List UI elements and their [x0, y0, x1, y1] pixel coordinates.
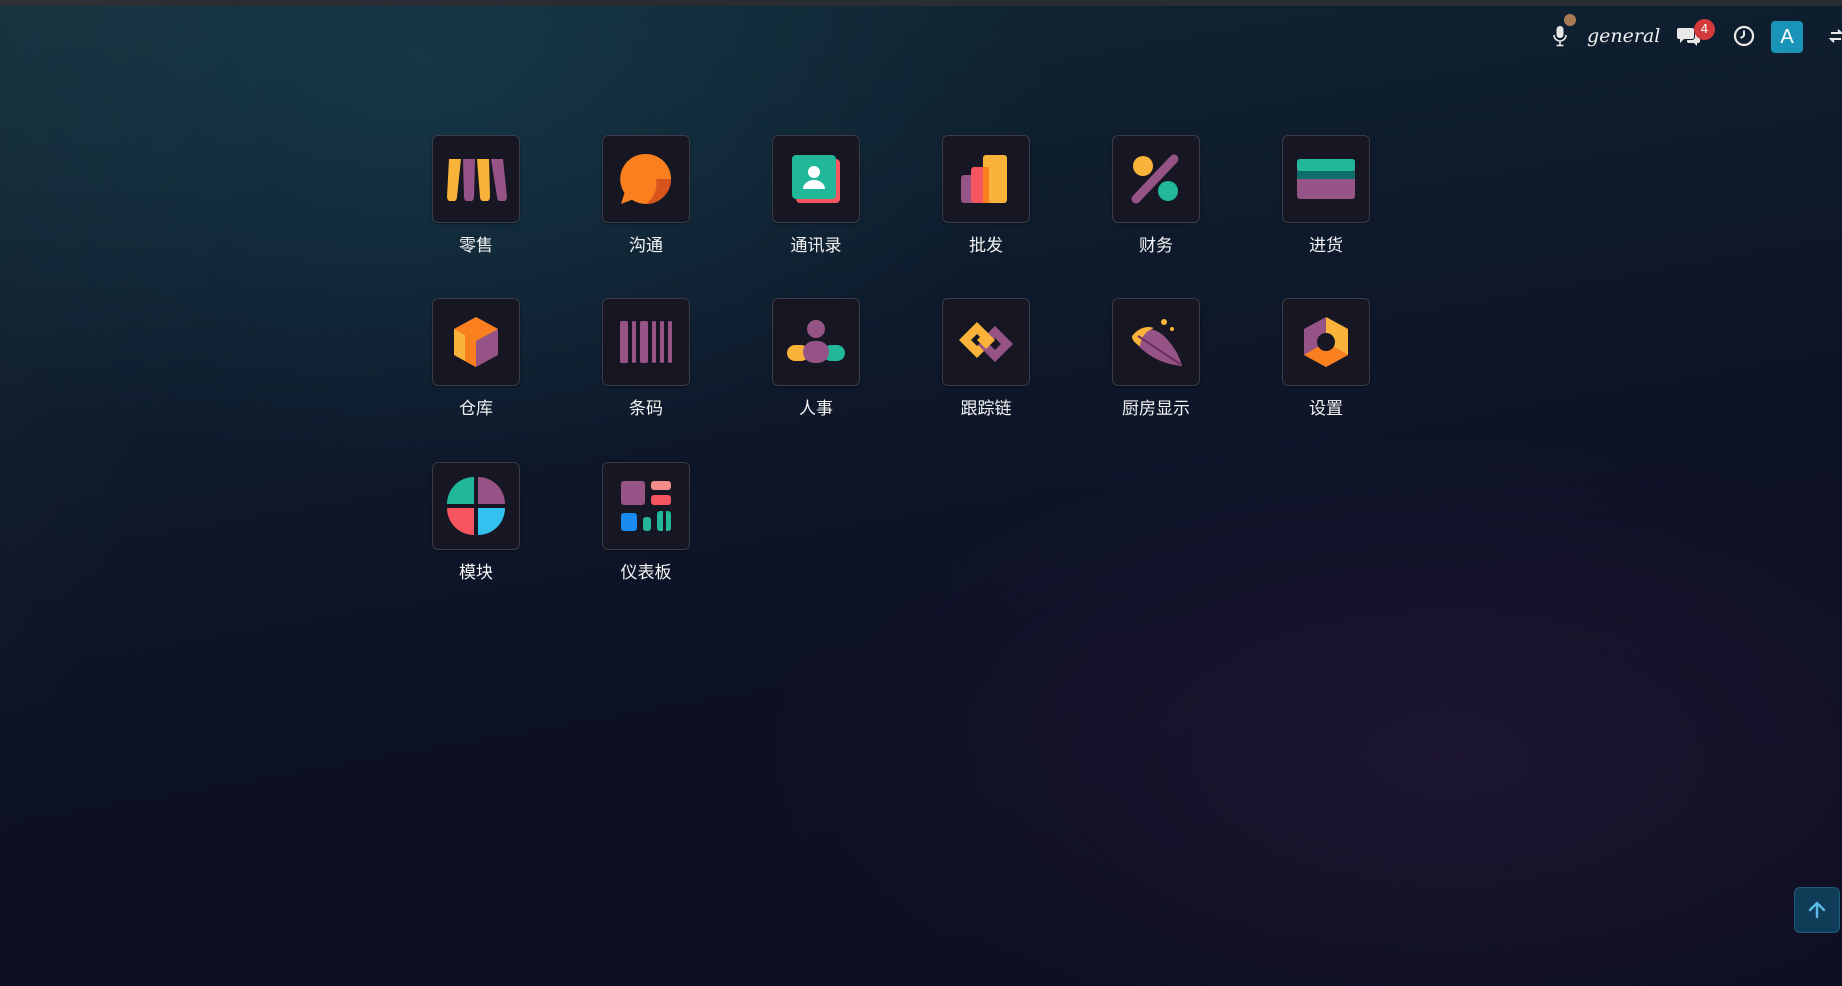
app-tile[interactable] [1112, 135, 1200, 223]
app-tile[interactable] [1112, 298, 1200, 386]
app-retail[interactable]: 零售 [432, 135, 520, 256]
app-label: 零售 [459, 236, 493, 256]
messages-badge: 4 [1694, 19, 1715, 40]
app-label: 设置 [1309, 399, 1343, 419]
app-tile[interactable] [772, 298, 860, 386]
app-tile[interactable] [942, 298, 1030, 386]
app-tile[interactable] [602, 298, 690, 386]
app-purchase[interactable]: 进货 [1282, 135, 1370, 256]
arrow-up-icon [1808, 901, 1826, 919]
app-tile[interactable] [942, 135, 1030, 223]
toggle-icon[interactable] [1826, 22, 1842, 50]
app-barcode[interactable]: 条码 [602, 298, 690, 419]
voice-status-dot [1564, 14, 1576, 26]
app-label: 厨房显示 [1122, 399, 1190, 419]
app-discuss[interactable]: 沟通 [602, 135, 690, 256]
app-tile[interactable] [432, 462, 520, 550]
app-label: 仪表板 [620, 563, 672, 583]
app-employees[interactable]: 人事 [772, 298, 860, 419]
app-modules[interactable]: 模块 [432, 462, 520, 583]
user-avatar[interactable]: A [1771, 21, 1803, 53]
app-tile[interactable] [432, 135, 520, 223]
app-dashboard[interactable]: 仪表板 [602, 462, 690, 583]
scroll-to-top-button[interactable] [1794, 887, 1840, 933]
app-tile[interactable] [432, 298, 520, 386]
people-icon [787, 320, 845, 363]
storefront-icon [447, 159, 507, 201]
app-kitchen-display[interactable]: 厨房显示 [1112, 298, 1200, 419]
hex-gear-icon [1304, 317, 1348, 367]
app-tile[interactable] [602, 462, 690, 550]
app-inventory[interactable]: 仓库 [432, 298, 520, 419]
company-name[interactable]: general [1587, 22, 1660, 50]
app-label: 通讯录 [790, 236, 842, 256]
app-tile[interactable] [772, 135, 860, 223]
chain-link-icon [959, 322, 1013, 362]
app-finance[interactable]: 财务 [1112, 135, 1200, 256]
microphone-icon[interactable] [1548, 22, 1572, 50]
app-trace-chain[interactable]: 跟踪链 [942, 298, 1030, 419]
app-label: 人事 [799, 399, 833, 419]
barcode-icon [620, 321, 672, 363]
app-label: 仓库 [459, 399, 493, 419]
background-highlight [0, 0, 325, 888]
leaf-icon [1132, 319, 1182, 366]
app-label: 跟踪链 [960, 399, 1012, 419]
app-label: 进货 [1309, 236, 1343, 256]
app-tile[interactable] [602, 135, 690, 223]
quad-circle-icon [447, 477, 505, 535]
bar-stack-icon [961, 155, 1007, 203]
contact-card-icon [792, 155, 840, 203]
dashboard-icon [621, 481, 671, 531]
app-settings[interactable]: 设置 [1282, 298, 1370, 419]
box-icon [454, 317, 498, 367]
top-strip [0, 0, 1842, 6]
app-label: 条码 [629, 399, 663, 419]
app-tile[interactable] [1282, 298, 1370, 386]
credit-card-icon [1297, 159, 1355, 199]
clock-icon[interactable] [1730, 22, 1758, 50]
app-label: 批发 [969, 236, 1003, 256]
app-label: 沟通 [629, 236, 663, 256]
app-wholesale[interactable]: 批发 [942, 135, 1030, 256]
percent-icon [1131, 154, 1179, 204]
app-label: 财务 [1139, 236, 1173, 256]
app-tile[interactable] [1282, 135, 1370, 223]
app-label: 模块 [459, 563, 493, 583]
app-contacts[interactable]: 通讯录 [772, 135, 860, 256]
chat-bubble-icon [620, 153, 672, 204]
